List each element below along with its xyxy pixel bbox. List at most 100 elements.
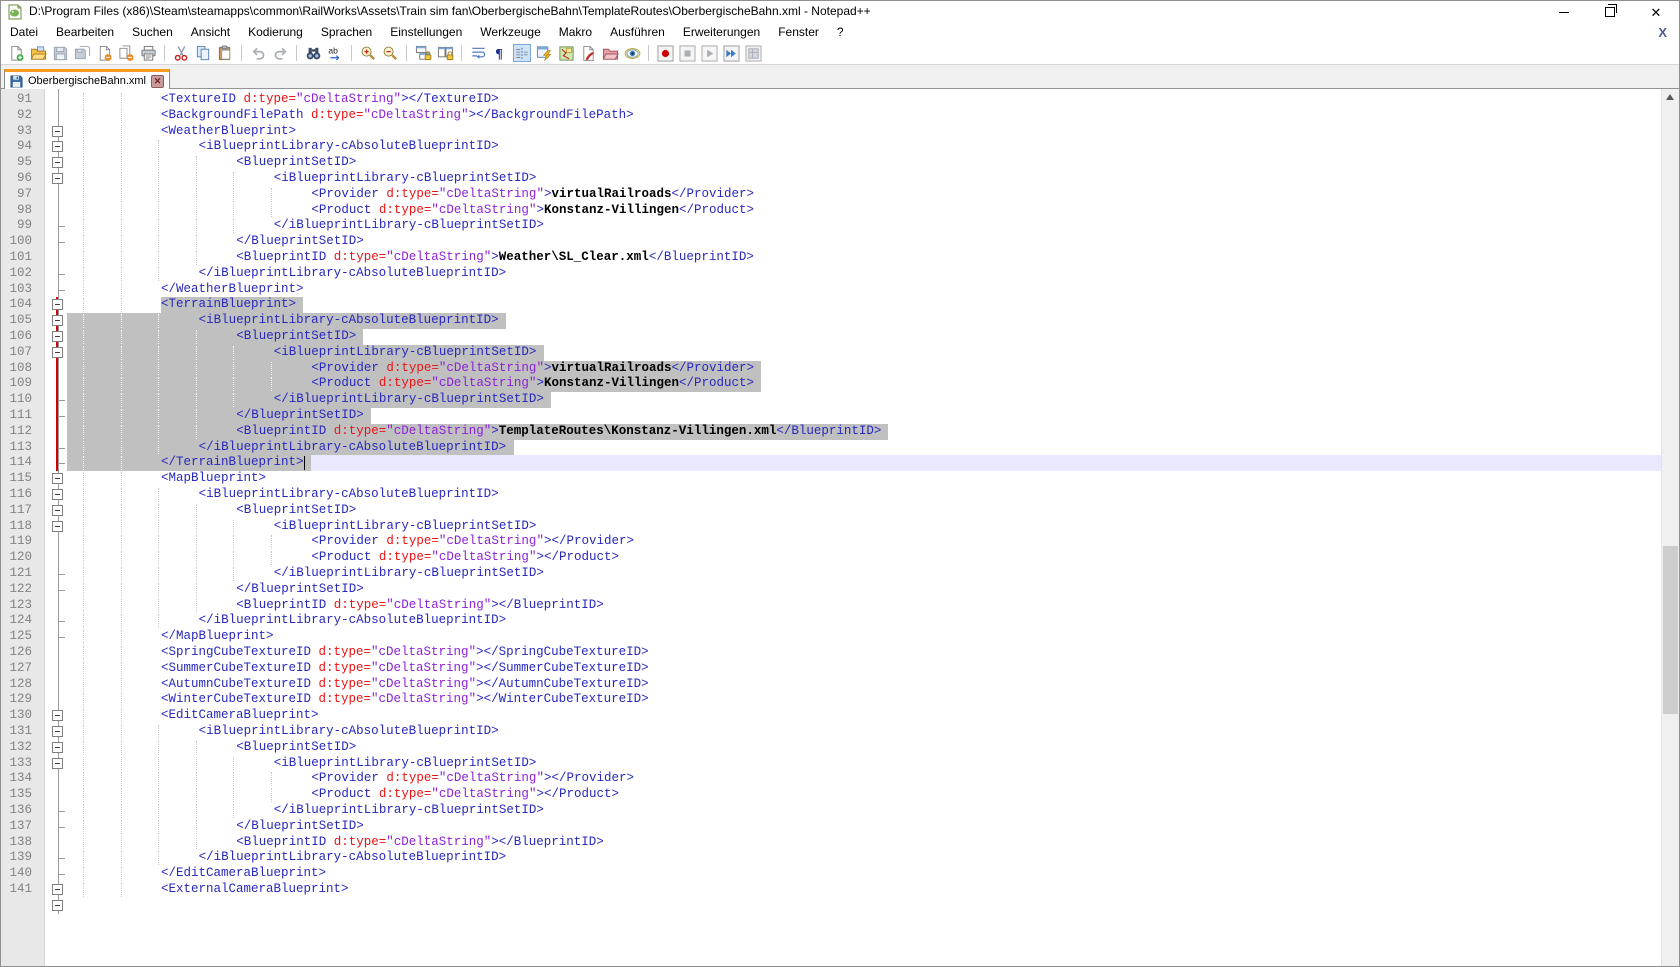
code-line[interactable]: <TextureID d:type="cDeltaString"></Textu…: [67, 92, 1662, 108]
code-line[interactable]: </MapBlueprint>: [67, 629, 1662, 645]
code-area[interactable]: <TextureID d:type="cDeltaString"></Textu…: [67, 89, 1662, 966]
fold-collapse-box[interactable]: [52, 710, 63, 722]
menu-item-werkzeuge[interactable]: Werkzeuge: [471, 23, 549, 42]
code-line[interactable]: <Product d:type="cDeltaString"></Product…: [67, 550, 1662, 566]
code-line[interactable]: <iBlueprintLibrary-cAbsoluteBlueprintID>: [67, 313, 1662, 329]
code-line[interactable]: <MapBlueprint>: [67, 471, 1662, 487]
code-line[interactable]: </BlueprintSetID>: [67, 819, 1662, 835]
code-line[interactable]: </iBlueprintLibrary-cAbsoluteBlueprintID…: [67, 439, 1662, 456]
code-line[interactable]: <BlueprintSetID>: [67, 503, 1662, 519]
menu-item-sprachen[interactable]: Sprachen: [312, 23, 381, 42]
menu-item-fenster[interactable]: Fenster: [769, 23, 828, 42]
fold-collapse-box[interactable]: [52, 899, 63, 911]
code-line[interactable]: <iBlueprintLibrary-cBlueprintSetID>: [67, 344, 1662, 361]
tab-close-button[interactable]: ✕: [151, 74, 165, 88]
code-line[interactable]: <AutumnCubeTextureID d:type="cDeltaStrin…: [67, 677, 1662, 693]
code-line[interactable]: </BlueprintSetID>: [67, 582, 1662, 598]
show-all-characters-icon[interactable]: ¶: [491, 44, 509, 62]
menu-item-makro[interactable]: Makro: [550, 23, 601, 42]
fold-collapse-box[interactable]: [52, 757, 63, 769]
code-line[interactable]: <BlueprintID d:type="cDeltaString">Templ…: [67, 423, 1662, 440]
code-line[interactable]: <EditCameraBlueprint>: [67, 708, 1662, 724]
menu-item-einstellungen[interactable]: Einstellungen: [381, 23, 471, 42]
sync-vertical-icon[interactable]: [414, 44, 432, 62]
code-line[interactable]: </iBlueprintLibrary-cAbsoluteBlueprintID…: [67, 850, 1662, 866]
code-line[interactable]: </iBlueprintLibrary-cBlueprintSetID>: [67, 392, 1662, 408]
code-line[interactable]: <SummerCubeTextureID d:type="cDeltaStrin…: [67, 661, 1662, 677]
code-line[interactable]: <iBlueprintLibrary-cAbsoluteBlueprintID>: [67, 487, 1662, 503]
code-line[interactable]: <Product d:type="cDeltaString"></Product…: [67, 787, 1662, 803]
code-line[interactable]: <BlueprintID d:type="cDeltaString"></Blu…: [67, 598, 1662, 614]
undo-icon[interactable]: [249, 44, 267, 62]
fold-collapse-box[interactable]: [52, 346, 63, 358]
save-all-icon[interactable]: [73, 44, 91, 62]
macro-record-icon[interactable]: [656, 44, 674, 62]
code-line[interactable]: </iBlueprintLibrary-cAbsoluteBlueprintID…: [67, 266, 1662, 282]
fold-collapse-box[interactable]: [52, 141, 63, 153]
menu-item-kodierung[interactable]: Kodierung: [239, 23, 312, 42]
macro-run-multiple-icon[interactable]: [722, 44, 740, 62]
function-panel-icon[interactable]: [579, 44, 597, 62]
fold-collapse-box[interactable]: [52, 157, 63, 169]
fold-collapse-box[interactable]: [52, 884, 63, 895]
paste-icon[interactable]: [216, 44, 234, 62]
close-document-x-button[interactable]: X: [1658, 23, 1667, 42]
vertical-scrollbar[interactable]: [1661, 89, 1679, 966]
code-line[interactable]: <iBlueprintLibrary-cBlueprintSetID>: [67, 171, 1662, 187]
folder-as-workspace-icon[interactable]: [601, 44, 619, 62]
menu-item-erweiterungen[interactable]: Erweiterungen: [674, 23, 769, 42]
code-line[interactable]: </BlueprintSetID>: [67, 234, 1662, 250]
close-doc-icon[interactable]: [95, 44, 113, 62]
fold-collapse-box[interactable]: [52, 299, 63, 311]
close-all-docs-icon[interactable]: [117, 44, 135, 62]
document-monitor-icon[interactable]: [623, 44, 641, 62]
zoom-out-icon[interactable]: [381, 44, 399, 62]
word-wrap-icon[interactable]: [469, 44, 487, 62]
fold-collapse-box[interactable]: [52, 489, 63, 500]
code-line[interactable]: </BlueprintSetID>: [67, 408, 1662, 424]
code-line[interactable]: <SpringCubeTextureID d:type="cDeltaStrin…: [67, 645, 1662, 661]
minimize-button[interactable]: [1541, 1, 1587, 23]
code-line[interactable]: <iBlueprintLibrary-cBlueprintSetID>: [67, 756, 1662, 772]
macro-stop-icon[interactable]: [678, 44, 696, 62]
code-line[interactable]: <BlueprintSetID>: [67, 155, 1662, 171]
code-line[interactable]: <iBlueprintLibrary-cBlueprintSetID>: [67, 519, 1662, 535]
code-line[interactable]: <ExternalCameraBlueprint>: [67, 882, 1662, 898]
menu-item-datei[interactable]: Datei: [1, 23, 47, 42]
code-line[interactable]: <Provider d:type="cDeltaString">virtualR…: [67, 187, 1662, 203]
code-line[interactable]: </WeatherBlueprint>: [67, 282, 1662, 298]
fold-collapse-box[interactable]: [52, 473, 63, 485]
code-line[interactable]: <BackgroundFilePath d:type="cDeltaString…: [67, 108, 1662, 124]
macro-play-icon[interactable]: [700, 44, 718, 62]
replace-icon[interactable]: ab: [326, 44, 344, 62]
find-icon[interactable]: [304, 44, 322, 62]
indent-guide-icon[interactable]: [513, 44, 531, 62]
code-line[interactable]: <TerrainBlueprint>: [67, 297, 1662, 314]
code-line[interactable]: <BlueprintID d:type="cDeltaString">Weath…: [67, 250, 1662, 266]
editor-pane[interactable]: 91 92 93 94 95 96 97 98 99 100 101 102 103 104 105 106 1…: [1, 89, 1679, 966]
menu-item-ansicht[interactable]: Ansicht: [182, 23, 239, 42]
fold-collapse-box[interactable]: [52, 520, 63, 532]
fold-collapse-box[interactable]: [52, 173, 63, 184]
code-line[interactable]: </EditCameraBlueprint>: [67, 866, 1662, 882]
zoom-in-icon[interactable]: [359, 44, 377, 62]
close-window-button[interactable]: ✕: [1633, 1, 1679, 23]
macro-save-icon[interactable]: [744, 44, 762, 62]
code-line[interactable]: </iBlueprintLibrary-cBlueprintSetID>: [67, 566, 1662, 582]
open-folder-icon[interactable]: [29, 44, 47, 62]
code-line[interactable]: <Provider d:type="cDeltaString">virtualR…: [67, 360, 1662, 377]
code-line[interactable]: <BlueprintSetID>: [67, 329, 1662, 345]
fold-collapse-box[interactable]: [52, 741, 63, 753]
redo-icon[interactable]: [271, 44, 289, 62]
print-icon[interactable]: [139, 44, 157, 62]
new-file-icon[interactable]: [7, 44, 25, 62]
function-list-icon[interactable]: [535, 44, 553, 62]
cut-icon[interactable]: [172, 44, 190, 62]
save-icon[interactable]: [51, 44, 69, 62]
restore-button[interactable]: [1587, 1, 1633, 23]
code-line[interactable]: <Product d:type="cDeltaString">Konstanz-…: [67, 376, 1662, 393]
menu-item-suchen[interactable]: Suchen: [123, 23, 182, 42]
code-line[interactable]: <BlueprintSetID>: [67, 740, 1662, 756]
copy-icon[interactable]: [194, 44, 212, 62]
scrollbar-up-arrow-icon[interactable]: [1666, 94, 1674, 100]
